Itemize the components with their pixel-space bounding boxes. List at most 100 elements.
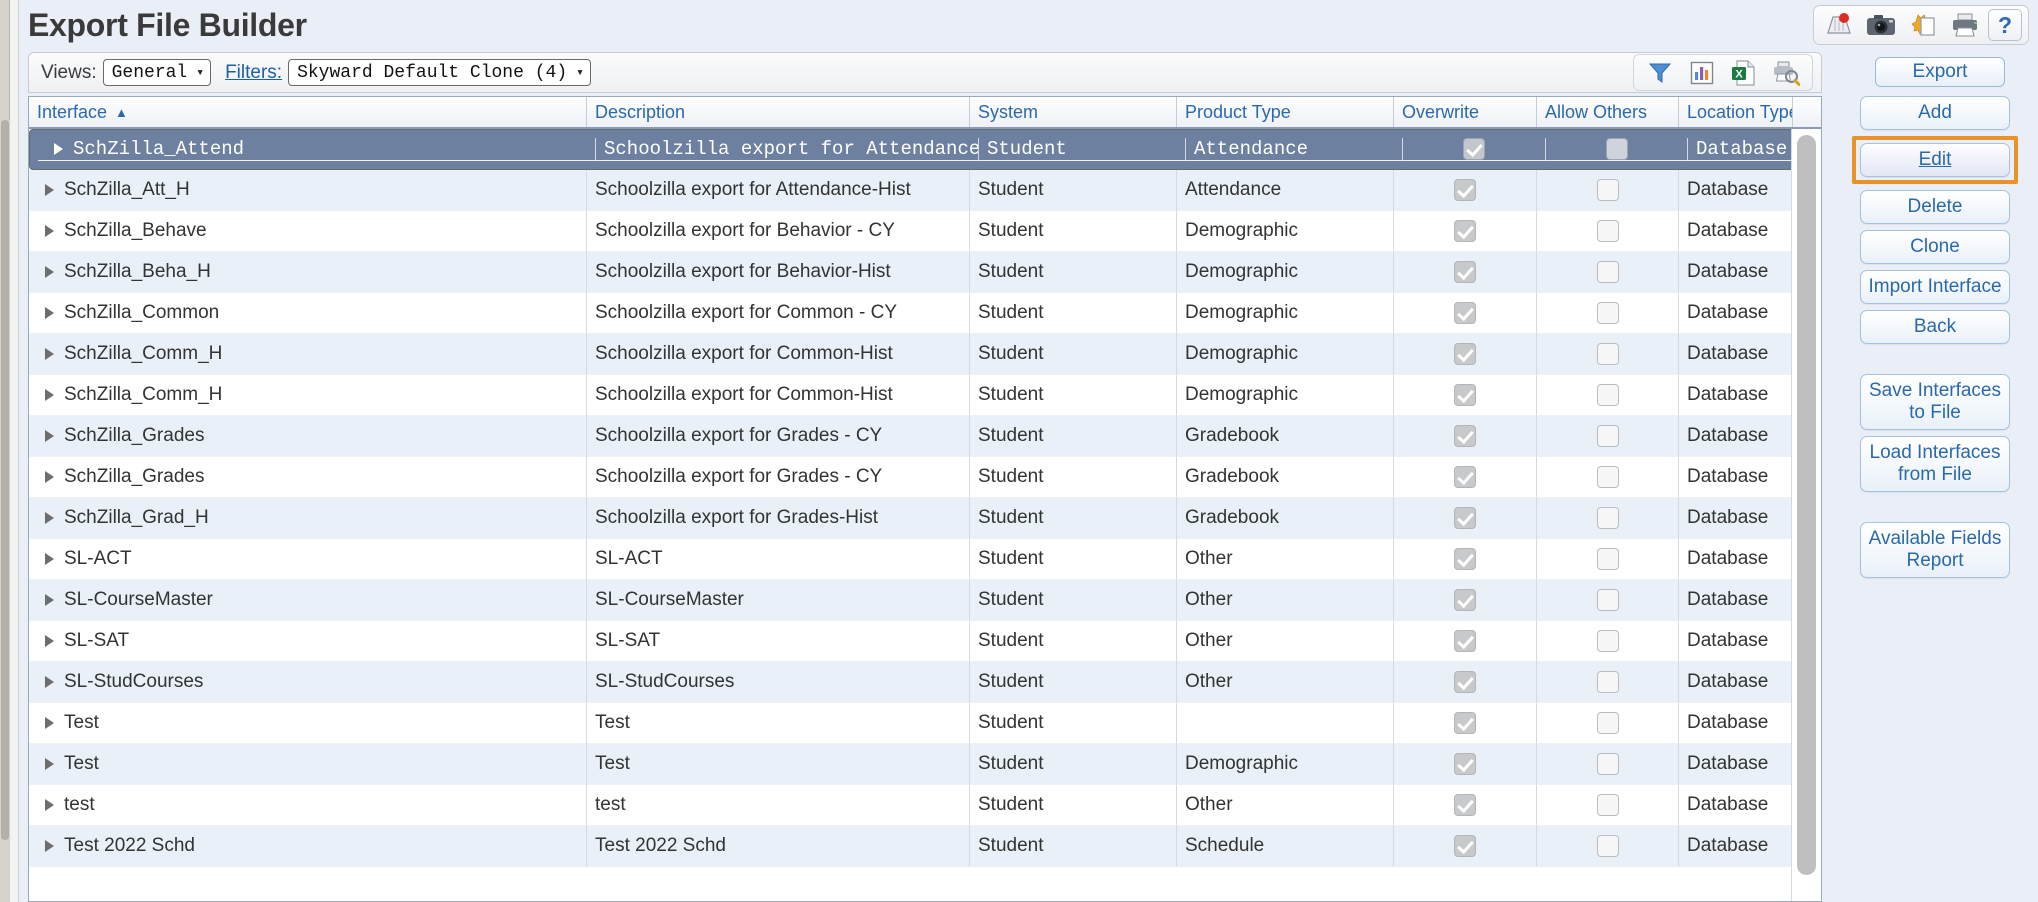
- table-row[interactable]: SchZilla_Grades Schoolzilla export for Gr…: [29, 457, 1821, 498]
- table-row[interactable]: Test Test Student Database: [29, 703, 1821, 744]
- back-button[interactable]: Back: [1860, 310, 2010, 344]
- save-interfaces-to-file-button[interactable]: Save Interfaces to File: [1860, 374, 2010, 430]
- overwrite-checkbox[interactable]: [1454, 343, 1476, 365]
- row-expand-icon[interactable]: [54, 143, 63, 155]
- table-row[interactable]: test test Student Other Database: [29, 785, 1821, 826]
- row-expand-icon[interactable]: [45, 348, 54, 360]
- available-fields-report-button[interactable]: Available Fields Report: [1860, 522, 2010, 578]
- column-header-system[interactable]: System: [970, 97, 1177, 127]
- table-row[interactable]: SchZilla_Comm_H Schoolzilla export for Co…: [29, 375, 1821, 416]
- grid-vertical-scrollbar[interactable]: [1791, 129, 1821, 901]
- row-expand-icon[interactable]: [45, 389, 54, 401]
- allow-others-checkbox[interactable]: [1596, 384, 1619, 406]
- overwrite-checkbox[interactable]: [1454, 835, 1476, 857]
- row-expand-icon[interactable]: [45, 471, 54, 483]
- allow-others-checkbox[interactable]: [1596, 589, 1619, 611]
- overwrite-checkbox[interactable]: [1454, 507, 1476, 529]
- table-row[interactable]: SchZilla_Grad_H Schoolzilla export for Gr…: [29, 498, 1821, 539]
- column-header-interface[interactable]: Interface ▲: [29, 97, 587, 127]
- overwrite-checkbox[interactable]: [1454, 302, 1476, 324]
- allow-others-checkbox[interactable]: [1596, 794, 1619, 816]
- excel-export-icon[interactable]: X: [1724, 57, 1764, 88]
- column-header-product_type[interactable]: Product Type: [1177, 97, 1394, 127]
- allow-others-checkbox[interactable]: [1596, 630, 1619, 652]
- grid-scrollbar-thumb[interactable]: [1797, 135, 1816, 875]
- overwrite-checkbox[interactable]: [1454, 220, 1476, 242]
- table-row[interactable]: SchZilla_Common Schoolzilla export for Co…: [29, 293, 1821, 334]
- import-interface-button[interactable]: Import Interface: [1860, 270, 2010, 304]
- export-button[interactable]: Export: [1875, 57, 2005, 87]
- allow-others-checkbox[interactable]: [1596, 671, 1619, 693]
- allow-others-checkbox[interactable]: [1596, 712, 1619, 734]
- overwrite-checkbox[interactable]: [1454, 630, 1476, 652]
- overwrite-checkbox[interactable]: [1454, 589, 1476, 611]
- allow-others-checkbox[interactable]: [1596, 261, 1619, 283]
- row-expand-icon[interactable]: [45, 266, 54, 278]
- table-row[interactable]: Test Test Student Demographic Database: [29, 744, 1821, 785]
- table-row[interactable]: SchZilla_Grades Schoolzilla export for Gr…: [29, 416, 1821, 457]
- overwrite-checkbox[interactable]: [1454, 712, 1476, 734]
- row-expand-icon[interactable]: [45, 184, 54, 196]
- copy-page-icon[interactable]: [1904, 9, 1942, 41]
- table-row[interactable]: SchZilla_Attend Schoolzilla export for At…: [29, 129, 1821, 170]
- row-expand-icon[interactable]: [45, 799, 54, 811]
- row-expand-icon[interactable]: [45, 635, 54, 647]
- table-row[interactable]: SchZilla_Att_H Schoolzilla export for Att…: [29, 170, 1821, 211]
- allow-others-checkbox[interactable]: [1596, 507, 1619, 529]
- page-scrollbar[interactable]: [0, 120, 10, 902]
- overwrite-checkbox[interactable]: [1454, 466, 1476, 488]
- print-preview-icon[interactable]: [1766, 57, 1806, 88]
- table-row[interactable]: SL-ACT SL-ACT Student Other Database: [29, 539, 1821, 580]
- allow-others-checkbox[interactable]: [1596, 466, 1619, 488]
- table-row[interactable]: SchZilla_Beha_H Schoolzilla export for Be…: [29, 252, 1821, 293]
- camera-icon[interactable]: [1862, 9, 1900, 41]
- table-row[interactable]: Test 2022 Schd Test 2022 Schd Student Sched…: [29, 826, 1821, 867]
- row-expand-icon[interactable]: [45, 430, 54, 442]
- overwrite-checkbox[interactable]: [1454, 753, 1476, 775]
- delete-button[interactable]: Delete: [1860, 190, 2010, 224]
- row-expand-icon[interactable]: [45, 512, 54, 524]
- row-expand-icon[interactable]: [45, 717, 54, 729]
- help-icon[interactable]: ?: [1988, 9, 2022, 41]
- funnel-filter-icon[interactable]: [1640, 57, 1680, 88]
- load-interfaces-from-file-button[interactable]: Load Interfaces from File: [1860, 436, 2010, 492]
- allow-others-checkbox[interactable]: [1596, 548, 1619, 570]
- overwrite-checkbox[interactable]: [1463, 138, 1485, 160]
- column-header-overwrite[interactable]: Overwrite: [1394, 97, 1537, 127]
- row-expand-icon[interactable]: [45, 758, 54, 770]
- bar-chart-icon[interactable]: [1682, 57, 1722, 88]
- row-expand-icon[interactable]: [45, 553, 54, 565]
- table-row[interactable]: SL-SAT SL-SAT Student Other Database: [29, 621, 1821, 662]
- row-expand-icon[interactable]: [45, 225, 54, 237]
- map-pin-icon[interactable]: [1820, 9, 1858, 41]
- clone-button[interactable]: Clone: [1860, 230, 2010, 264]
- column-header-location_type[interactable]: Location Type: [1679, 97, 1793, 127]
- filters-select[interactable]: Skyward Default Clone (4) ▾: [288, 59, 591, 86]
- column-header-description[interactable]: Description: [587, 97, 970, 127]
- overwrite-checkbox[interactable]: [1454, 179, 1476, 201]
- overwrite-checkbox[interactable]: [1454, 425, 1476, 447]
- overwrite-checkbox[interactable]: [1454, 548, 1476, 570]
- printer-icon[interactable]: [1946, 9, 1984, 41]
- allow-others-checkbox[interactable]: [1596, 220, 1619, 242]
- filters-link[interactable]: Filters:: [225, 62, 282, 84]
- page-scrollbar-thumb[interactable]: [1, 120, 9, 840]
- overwrite-checkbox[interactable]: [1454, 384, 1476, 406]
- allow-others-checkbox[interactable]: [1596, 179, 1619, 201]
- allow-others-checkbox[interactable]: [1596, 835, 1619, 857]
- allow-others-checkbox[interactable]: [1596, 302, 1619, 324]
- column-header-allow_others[interactable]: Allow Others: [1537, 97, 1679, 127]
- allow-others-checkbox[interactable]: [1596, 425, 1619, 447]
- overwrite-checkbox[interactable]: [1454, 671, 1476, 693]
- table-row[interactable]: SL-StudCourses SL-StudCourses Student Other…: [29, 662, 1821, 703]
- row-expand-icon[interactable]: [45, 307, 54, 319]
- table-row[interactable]: SchZilla_Behave Schoolzilla export for Be…: [29, 211, 1821, 252]
- row-expand-icon[interactable]: [45, 840, 54, 852]
- row-expand-icon[interactable]: [45, 594, 54, 606]
- row-expand-icon[interactable]: [45, 676, 54, 688]
- allow-others-checkbox[interactable]: [1596, 753, 1619, 775]
- overwrite-checkbox[interactable]: [1454, 261, 1476, 283]
- edit-button[interactable]: Edit: [1860, 143, 2010, 177]
- table-row[interactable]: SchZilla_Comm_H Schoolzilla export for Co…: [29, 334, 1821, 375]
- overwrite-checkbox[interactable]: [1454, 794, 1476, 816]
